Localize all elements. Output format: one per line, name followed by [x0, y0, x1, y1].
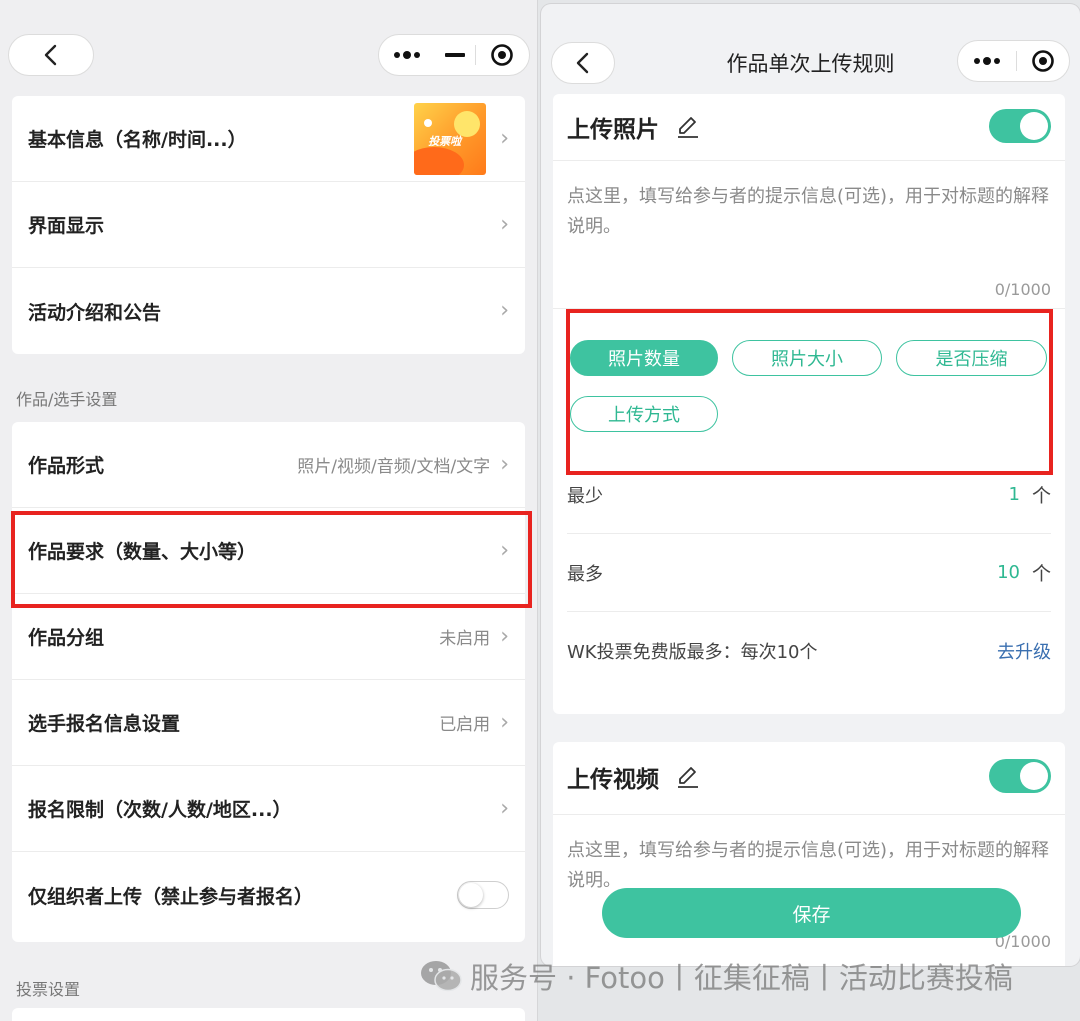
row-title: 作品形式 [28, 455, 105, 477]
more-button[interactable] [379, 35, 435, 75]
upload-video-title: 上传视频 [567, 767, 659, 793]
chevron-right-icon: › [500, 211, 509, 237]
target-circle-icon [491, 44, 513, 66]
max-value[interactable]: 10 [997, 562, 1020, 583]
upload-video-toggle[interactable] [989, 759, 1051, 793]
thumb-shape [424, 118, 433, 127]
min-unit: 个 [1031, 485, 1051, 507]
row-value: 已启用 [439, 715, 491, 735]
limit-note: WK投票免费版最多：每次10个 [567, 642, 818, 663]
settings-row-intro[interactable]: 活动介绍和公告 › [12, 268, 525, 354]
mini-program-capsule [378, 34, 530, 76]
edit-pencil-icon[interactable] [675, 764, 701, 790]
upload-photo-counter: 0/1000 [994, 280, 1051, 299]
more-button[interactable] [958, 41, 1016, 81]
chevron-right-icon: › [500, 623, 509, 649]
chevron-right-icon: › [500, 125, 509, 151]
upload-photo-title: 上传照片 [567, 117, 659, 143]
row-title: 选手报名信息设置 [28, 713, 181, 735]
max-count-row[interactable]: 最多 10 个 [567, 534, 1051, 612]
close-program-button[interactable] [1017, 41, 1069, 81]
min-label: 最少 [567, 485, 603, 507]
minus-icon [445, 53, 465, 57]
edit-pencil-icon[interactable] [675, 114, 701, 140]
settings-row-organizer-only: 仅组织者上传（禁止参与者报名） [12, 852, 525, 938]
limit-note-row: WK投票免费版最多：每次10个 去升级 [567, 612, 1051, 690]
works-settings-card: 作品形式 照片/视频/音频/文档/文字 › 作品要求（数量、大小等） › 作品分… [12, 422, 525, 942]
max-label: 最多 [567, 563, 603, 585]
settings-row-signup-info[interactable]: 选手报名信息设置 已启用 › [12, 680, 525, 766]
divider [553, 160, 1065, 161]
row-value: 未启用 [439, 629, 491, 649]
row-value: 照片/视频/音频/文档/文字 [297, 457, 491, 477]
thumb-text: 投票啦 [428, 134, 462, 148]
chevron-right-icon: › [500, 451, 509, 477]
close-program-button[interactable] [476, 35, 528, 75]
more-dots-icon [974, 57, 1000, 65]
upload-video-hint-input[interactable]: 点这里，填写给参与者的提示信息(可选)，用于对标题的解释说明。 [567, 836, 1051, 896]
upload-photo-toggle[interactable] [989, 109, 1051, 143]
highlight-box-chips [566, 309, 1053, 475]
highlight-box-work-requirements [11, 511, 532, 608]
watermark-text: 服务号 · Fotoo丨征集征稿丨活动比赛投稿 [470, 961, 1013, 995]
back-button[interactable] [8, 34, 94, 76]
upload-photo-header: 上传照片 [567, 110, 701, 144]
minimize-button[interactable] [435, 35, 475, 75]
chevron-left-icon [44, 44, 57, 66]
max-unit: 个 [1031, 563, 1051, 585]
upload-video-header: 上传视频 [567, 760, 701, 794]
vote-settings-card [12, 1008, 525, 1021]
organizer-only-toggle[interactable] [457, 881, 509, 909]
section-label-works: 作品/选手设置 [16, 390, 118, 409]
section-label-vote: 投票设置 [16, 980, 81, 999]
chevron-right-icon: › [500, 795, 509, 821]
wechat-icon [421, 961, 462, 992]
target-circle-icon [1032, 50, 1054, 72]
upload-photo-hint-input[interactable]: 点这里，填写给参与者的提示信息(可选)，用于对标题的解释说明。 [567, 182, 1051, 242]
row-title: 界面显示 [28, 215, 105, 237]
basic-settings-card: 基本信息（名称/时间...） 投票啦 › 界面显示 › 活动介绍和公告 › [12, 96, 525, 354]
row-title: 仅组织者上传（禁止参与者报名） [28, 885, 314, 908]
settings-row-basic-info[interactable]: 基本信息（名称/时间...） 投票啦 › [12, 96, 525, 182]
mini-program-capsule [957, 40, 1070, 82]
settings-row-work-form[interactable]: 作品形式 照片/视频/音频/文档/文字 › [12, 422, 525, 508]
row-title: 活动介绍和公告 [28, 301, 162, 324]
watermark: 服务号 · Fotoo丨征集征稿丨活动比赛投稿 [420, 955, 1013, 997]
row-title: 基本信息（名称/时间...） [28, 129, 247, 151]
upload-rules-screen: 作品单次上传规则 上传照片 点这里，填写给参与者的提示信息(可选)，用于对标题的… [541, 4, 1080, 966]
settings-row-display[interactable]: 界面显示 › [12, 182, 525, 268]
chevron-right-icon: › [500, 709, 509, 735]
thumb-shape [414, 146, 465, 175]
activity-cover-thumbnail: 投票啦 [414, 102, 487, 175]
min-value[interactable]: 1 [1009, 484, 1020, 505]
row-title: 报名限制（次数/人数/地区...） [28, 799, 292, 821]
row-title: 作品分组 [28, 627, 105, 649]
divider [553, 814, 1065, 815]
chevron-right-icon: › [500, 298, 509, 323]
upgrade-link[interactable]: 去升级 [997, 638, 1051, 664]
more-dots-icon [394, 51, 420, 59]
save-button[interactable]: 保存 [602, 888, 1021, 938]
settings-row-signup-limits[interactable]: 报名限制（次数/人数/地区...） › [12, 766, 525, 852]
